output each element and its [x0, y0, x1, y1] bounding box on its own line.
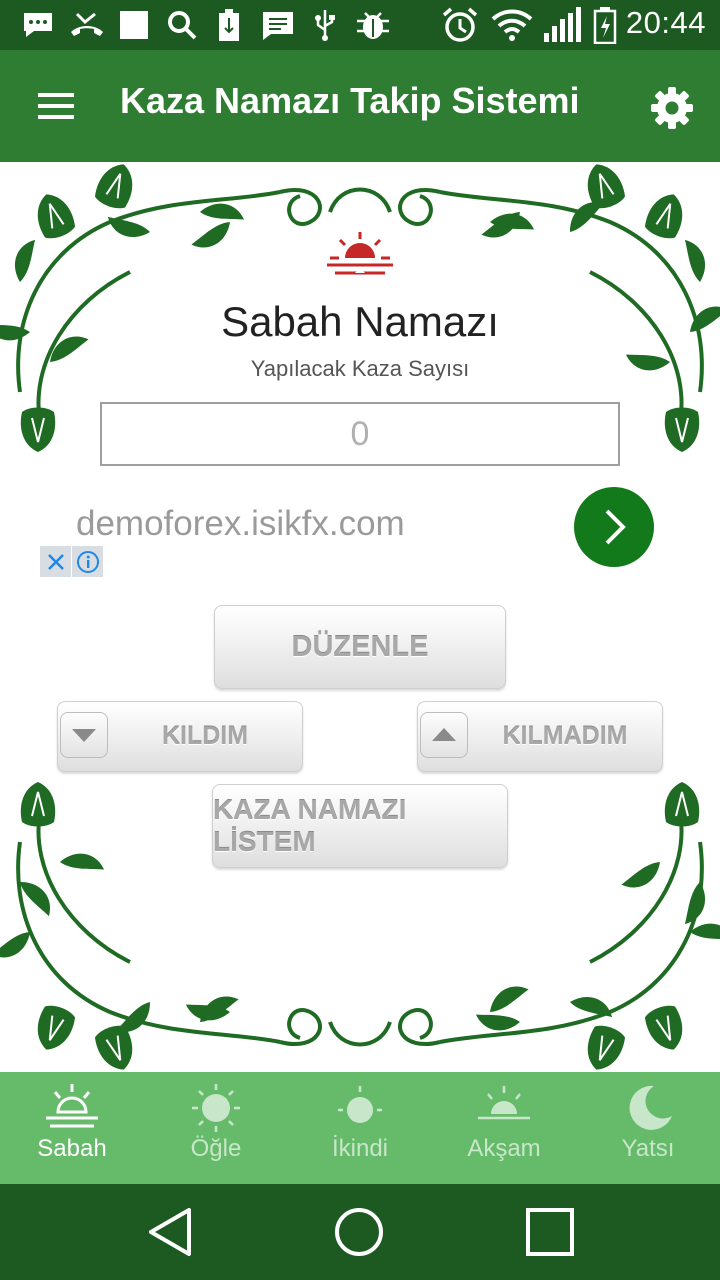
sunset-icon	[478, 1086, 530, 1120]
edit-button[interactable]: DÜZENLE	[214, 605, 506, 689]
prayer-tab-bar: Sabah Öğle İkindi Akşam Yatsı	[0, 1072, 720, 1184]
gear-icon[interactable]	[646, 82, 698, 134]
prayer-subtitle: Yapılacak Kaza Sayısı	[250, 356, 470, 381]
app-bar: Kaza Namazı Takip Sistemi	[0, 50, 720, 162]
stop-icon	[118, 6, 150, 44]
tab-ogle[interactable]: Öğle	[144, 1072, 288, 1184]
arrow-down-icon	[60, 712, 108, 758]
debug-icon	[354, 6, 392, 44]
system-nav-bar	[0, 1184, 720, 1280]
sd-card-icon	[214, 6, 244, 44]
messages-icon	[20, 6, 56, 44]
prayer-title: Sabah Namazı	[221, 298, 499, 345]
moon-icon	[629, 1085, 672, 1130]
wifi-icon	[490, 6, 534, 44]
tab-label: Yatsı	[621, 1135, 675, 1162]
prayed-button-label: KILDIM	[161, 722, 249, 750]
ad-url-link[interactable]: demoforex.isikfx.com	[76, 504, 405, 544]
sun-icon	[192, 1084, 240, 1132]
home-icon[interactable]	[329, 1204, 389, 1260]
hamburger-menu-icon[interactable]	[28, 84, 84, 128]
main-content: Sabah Namazı Yapılacak Kaza Sayısı demof…	[0, 162, 720, 1072]
sunrise-icon	[46, 1084, 98, 1128]
sunrise-icon	[327, 232, 393, 275]
not-prayed-button[interactable]: KILMADIM	[417, 701, 663, 772]
arrow-up-icon	[420, 712, 468, 758]
search-icon	[164, 6, 200, 44]
tab-label: Akşam	[467, 1135, 541, 1162]
ad-choices	[40, 546, 104, 577]
back-icon[interactable]	[140, 1204, 200, 1260]
not-prayed-button-label: KILMADIM	[502, 722, 628, 750]
kaza-list-button[interactable]: KAZA NAMAZI LİSTEM	[212, 784, 508, 868]
tab-label: Sabah	[37, 1135, 107, 1162]
afternoon-sun-icon	[338, 1086, 382, 1123]
tab-ikindi[interactable]: İkindi	[288, 1072, 432, 1184]
tab-sabah[interactable]: Sabah	[0, 1072, 144, 1184]
signal-icon	[542, 6, 582, 44]
tab-label: Öğle	[190, 1135, 242, 1162]
tab-yatsi[interactable]: Yatsı	[576, 1072, 720, 1184]
alarm-icon	[440, 6, 480, 44]
chevron-right-icon[interactable]	[574, 487, 654, 567]
clock: 20:44	[625, 5, 706, 40]
usb-icon	[310, 6, 340, 44]
tab-label: İkindi	[331, 1135, 389, 1162]
info-icon[interactable]	[72, 546, 103, 577]
app-title: Kaza Namazı Takip Sistemi	[120, 80, 580, 121]
kaza-count-input[interactable]	[100, 402, 620, 466]
close-icon[interactable]	[40, 546, 71, 577]
prayed-button[interactable]: KILDIM	[57, 701, 303, 772]
recents-icon[interactable]	[520, 1204, 580, 1260]
battery-charging-icon	[592, 6, 618, 44]
tab-aksam[interactable]: Akşam	[432, 1072, 576, 1184]
sms-icon	[260, 6, 296, 44]
status-bar: 20:44	[0, 0, 720, 50]
missed-call-icon	[68, 6, 106, 44]
